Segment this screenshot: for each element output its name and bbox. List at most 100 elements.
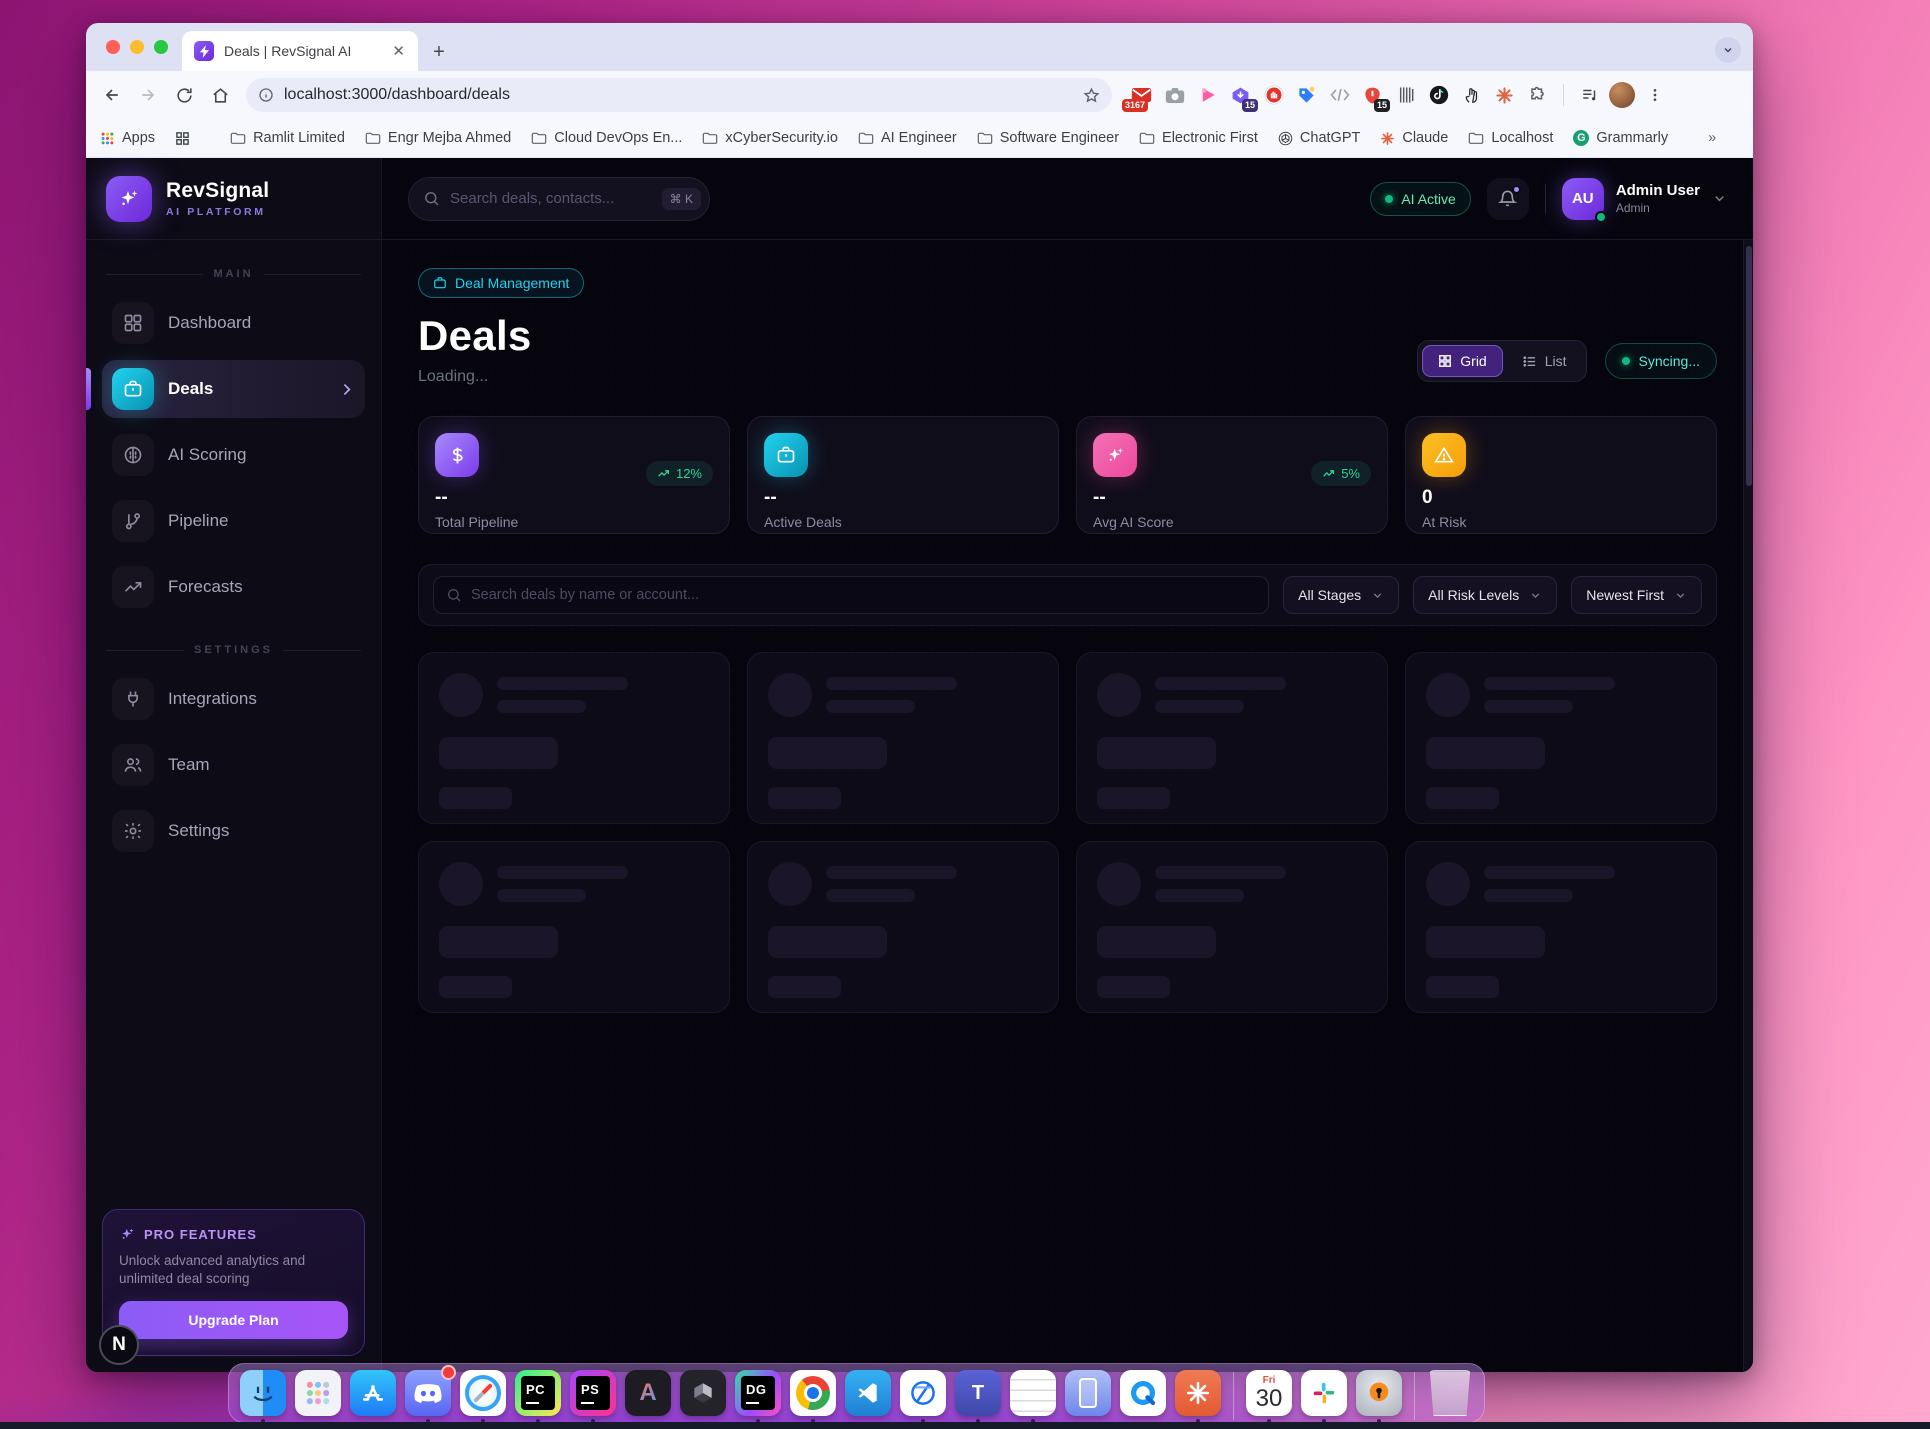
profile-avatar[interactable] <box>1609 82 1635 108</box>
dock-phpstorm[interactable]: PS <box>569 1370 617 1423</box>
deals-search-input[interactable] <box>471 587 1256 603</box>
deals-search-field[interactable] <box>433 576 1269 614</box>
dock-chrome[interactable] <box>789 1370 837 1423</box>
dock-openvpn[interactable] <box>1355 1370 1403 1423</box>
sidebar-item-ai-scoring[interactable]: AI Scoring <box>102 426 365 484</box>
bookmark-star-icon[interactable] <box>1083 87 1100 104</box>
risk-filter-dropdown[interactable]: All Risk Levels <box>1413 576 1557 614</box>
dock: PC PS A DG <box>228 1363 1485 1423</box>
dock-safari[interactable] <box>459 1370 507 1423</box>
dock-teams[interactable]: T <box>954 1370 1002 1423</box>
sidebar-item-team[interactable]: Team <box>102 736 365 794</box>
claude-extension-icon[interactable] <box>1491 82 1518 109</box>
red-extension-icon[interactable]: 15 <box>1359 82 1386 109</box>
sidebar-item-dashboard[interactable]: Dashboard <box>102 294 365 352</box>
home-icon[interactable] <box>204 79 236 111</box>
sidebar-item-settings[interactable]: Settings <box>102 802 365 860</box>
bookmark-folder-devops[interactable]: Cloud DevOps En... <box>531 130 682 146</box>
sparkles-stat-icon <box>1093 433 1137 477</box>
tiktok-extension-icon[interactable] <box>1425 82 1452 109</box>
view-toggle: Grid List <box>1417 340 1586 382</box>
bookmark-chatgpt[interactable]: ChatGPT <box>1278 130 1360 146</box>
bookmark-folder-engr[interactable]: Engr Mejba Ahmed <box>365 130 511 146</box>
hand-sketch-extension-icon[interactable] <box>1458 82 1485 109</box>
active-accent-bar <box>86 368 91 410</box>
skeleton-card <box>418 841 730 1013</box>
dock-xcode[interactable] <box>899 1370 947 1423</box>
stop-hand-extension-icon[interactable] <box>1260 82 1287 109</box>
bookmarks-overflow-chevron[interactable]: » <box>1708 130 1716 146</box>
quicktime-icon <box>1120 1370 1166 1416</box>
chrome-menu-icon[interactable] <box>1641 82 1668 109</box>
sidebar-item-pipeline[interactable]: Pipeline <box>102 492 365 550</box>
camera-extension-icon[interactable] <box>1161 82 1188 109</box>
dock-app-store[interactable] <box>349 1370 397 1423</box>
dock-simulator[interactable] <box>1064 1370 1112 1423</box>
zoom-window-button[interactable] <box>154 40 168 54</box>
nextjs-dev-badge[interactable]: N <box>99 1325 139 1365</box>
code-extension-icon[interactable] <box>1326 82 1353 109</box>
minimize-window-button[interactable] <box>130 40 144 54</box>
reload-icon[interactable] <box>168 79 200 111</box>
extensions-puzzle-icon[interactable] <box>1524 82 1551 109</box>
search-icon <box>446 587 462 603</box>
stage-filter-dropdown[interactable]: All Stages <box>1283 576 1399 614</box>
tab-search-chevron-icon[interactable] <box>1715 37 1741 63</box>
dock-datagrip[interactable]: DG <box>734 1370 782 1423</box>
user-online-dot <box>1595 211 1607 223</box>
bookmark-grammarly[interactable]: G Grammarly <box>1573 130 1668 146</box>
url-text[interactable]: localhost:3000/dashboard/deals <box>284 86 1073 104</box>
pink-play-extension-icon[interactable] <box>1194 82 1221 109</box>
purple-extension-icon[interactable]: 15 <box>1227 82 1254 109</box>
dock-a-app[interactable]: A <box>624 1370 672 1423</box>
sidebar-item-deals[interactable]: Deals <box>102 360 365 418</box>
dock-3d-app[interactable] <box>679 1370 727 1423</box>
sidebar-item-integrations[interactable]: Integrations <box>102 670 365 728</box>
bookmark-grid-icon[interactable] <box>175 131 190 146</box>
tab-close-icon[interactable]: ✕ <box>389 41 408 62</box>
back-icon[interactable] <box>96 79 128 111</box>
close-window-button[interactable] <box>106 40 120 54</box>
bookmark-folder-ramlit[interactable]: Ramlit Limited <box>230 130 345 146</box>
dock-notes[interactable] <box>1009 1370 1057 1423</box>
dock-finder[interactable] <box>239 1370 287 1423</box>
global-search-input[interactable]: Search deals, contacts... ⌘ K <box>408 177 710 221</box>
upgrade-plan-button[interactable]: Upgrade Plan <box>119 1301 348 1339</box>
scrollbar-thumb[interactable] <box>1746 246 1752 486</box>
address-bar[interactable]: localhost:3000/dashboard/deals <box>246 78 1112 112</box>
tag-extension-icon[interactable] <box>1293 82 1320 109</box>
dock-claude[interactable] <box>1174 1370 1222 1423</box>
dock-discord[interactable] <box>404 1370 452 1423</box>
dock-quicktime[interactable] <box>1119 1370 1167 1423</box>
bookmark-folder-ai-engineer[interactable]: AI Engineer <box>858 130 957 146</box>
pattern-extension-icon[interactable] <box>1392 82 1419 109</box>
sort-dropdown[interactable]: Newest First <box>1571 576 1702 614</box>
dock-calendar[interactable]: Fri 30 <box>1245 1370 1293 1423</box>
mail-extension-icon[interactable]: 3167 <box>1128 82 1155 109</box>
tab-strip: Deals | RevSignal AI ✕ + <box>86 23 1753 71</box>
bookmark-folder-electronic-first[interactable]: Electronic First <box>1139 130 1258 146</box>
new-tab-button[interactable]: + <box>424 37 454 67</box>
grid-view-button[interactable]: Grid <box>1422 345 1502 377</box>
sidebar-item-forecasts[interactable]: Forecasts <box>102 558 365 616</box>
bookmark-claude[interactable]: Claude <box>1380 130 1448 146</box>
reading-list-icon[interactable] <box>1576 82 1603 109</box>
notifications-button[interactable] <box>1487 178 1529 220</box>
dock-pycharm[interactable]: PC <box>514 1370 562 1423</box>
chevron-down-icon <box>1529 589 1542 602</box>
forward-icon[interactable] <box>132 79 164 111</box>
browser-tab[interactable]: Deals | RevSignal AI ✕ <box>182 31 418 71</box>
simulator-icon <box>1065 1370 1111 1416</box>
dock-trash[interactable] <box>1426 1370 1474 1423</box>
bookmark-apps[interactable]: Apps <box>100 130 155 146</box>
dock-vscode[interactable] <box>844 1370 892 1423</box>
bookmark-folder-cyber[interactable]: xCyberSecurity.io <box>702 130 838 146</box>
bookmark-folder-localhost[interactable]: Localhost <box>1468 130 1553 146</box>
page-scrollbar[interactable] <box>1743 240 1753 1372</box>
bookmark-folder-software-engineer[interactable]: Software Engineer <box>977 130 1119 146</box>
brand[interactable]: RevSignal AI PLATFORM <box>86 158 381 240</box>
dock-slack[interactable] <box>1300 1370 1348 1423</box>
user-menu[interactable]: AU Admin User Admin <box>1562 178 1727 220</box>
dock-launchpad[interactable] <box>294 1370 342 1423</box>
list-view-button[interactable]: List <box>1507 345 1582 377</box>
